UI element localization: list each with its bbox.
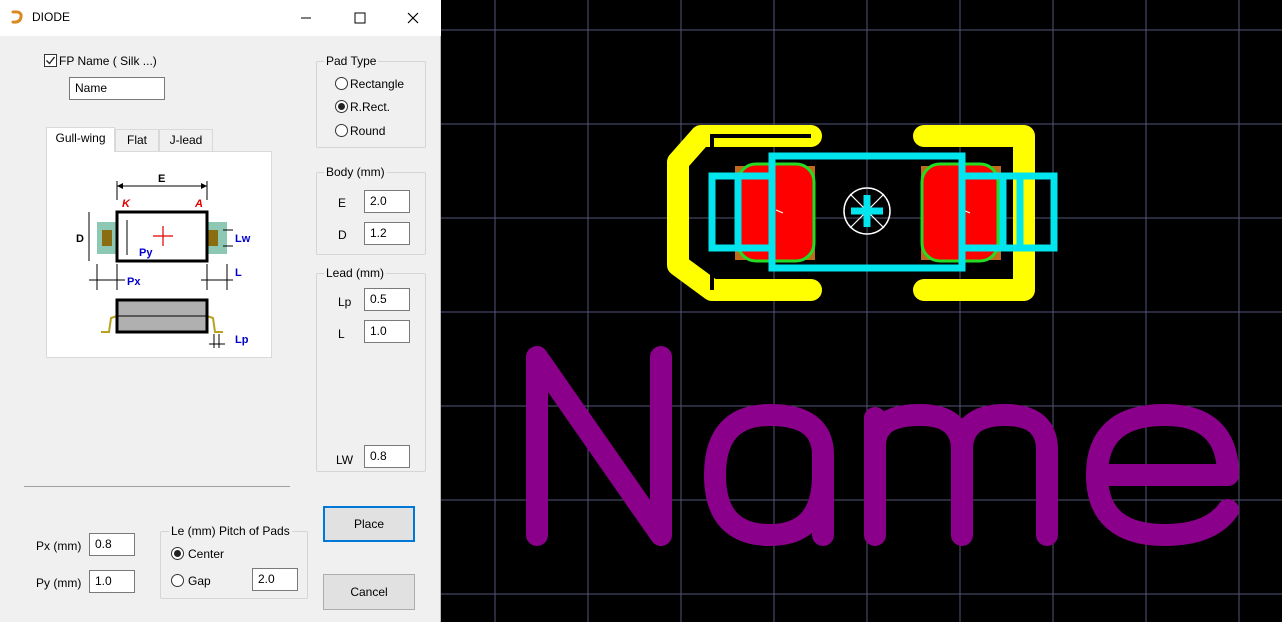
pitch-value-input[interactable]: 2.0 <box>252 568 298 591</box>
pad-type-round-label: Round <box>350 124 386 138</box>
fp-name-checkbox[interactable] <box>44 54 57 67</box>
pad-type-rrect-radio[interactable] <box>335 100 348 113</box>
diode-dialog: DIODE FP Name ( Silk ...) Name Gull-wing… <box>0 0 441 622</box>
separator-line <box>24 486 290 487</box>
fp-name-input[interactable]: Name <box>69 77 165 100</box>
pitch-center-label: Center <box>188 547 225 561</box>
diagram-a-label: A <box>194 198 203 210</box>
minimize-icon <box>301 17 311 19</box>
lead-lw-label: LW <box>336 453 354 467</box>
title-bar[interactable]: DIODE <box>0 0 441 36</box>
body-group-title: Body (mm) <box>324 165 387 179</box>
diagram-l-label: L <box>235 267 242 279</box>
maximize-button[interactable] <box>337 0 383 36</box>
minimize-button[interactable] <box>283 0 329 36</box>
pitch-center-radio[interactable] <box>171 547 184 560</box>
cancel-button[interactable]: Cancel <box>323 574 415 610</box>
px-input[interactable]: 0.8 <box>89 533 135 556</box>
diagram-py-label: Py <box>139 247 153 259</box>
lead-lp-label: Lp <box>338 295 352 309</box>
diagram-k-label: K <box>122 198 131 210</box>
py-input[interactable]: 1.0 <box>89 570 135 593</box>
lead-l-label: L <box>338 327 345 341</box>
diagram-d-label: D <box>76 233 84 245</box>
checkmark-icon <box>46 56 56 65</box>
pitch-gap-label: Gap <box>188 574 211 588</box>
lead-lp-input[interactable]: 0.5 <box>364 288 410 311</box>
tab-flat[interactable]: Flat <box>115 129 159 151</box>
close-button[interactable] <box>390 0 436 36</box>
lead-l-input[interactable]: 1.0 <box>364 320 410 343</box>
close-icon <box>407 12 419 24</box>
body-d-input[interactable]: 1.2 <box>364 222 410 245</box>
app-logo-icon <box>11 10 23 24</box>
body-e-label: E <box>338 196 347 210</box>
pitch-gap-radio[interactable] <box>171 574 184 587</box>
body-e-input[interactable]: 2.0 <box>364 190 410 213</box>
diagram-lw-label: Lw <box>235 233 251 245</box>
pitch-group-title: Le (mm) Pitch of Pads <box>169 524 292 538</box>
tab-gull-wing[interactable]: Gull-wing <box>46 127 115 152</box>
pad-type-rectangle-label: Rectangle <box>350 77 405 91</box>
lead-lw-input[interactable]: 0.8 <box>364 445 410 468</box>
lead-group-title: Lead (mm) <box>324 266 387 280</box>
body-d-label: D <box>338 228 347 242</box>
pad-type-rrect-label: R.Rect. <box>350 100 391 114</box>
diagram-e-label: E <box>158 173 165 185</box>
tab-j-lead[interactable]: J-lead <box>159 129 213 151</box>
pad-type-round-radio[interactable] <box>335 124 348 137</box>
place-button[interactable]: Place <box>323 506 415 542</box>
gull-wing-diagram: E K A D Py Lw Px L Lp <box>76 173 251 348</box>
fp-name-label: FP Name ( Silk ...) <box>59 54 157 68</box>
pad-type-title: Pad Type <box>324 54 379 68</box>
py-label: Py (mm) <box>36 576 82 590</box>
tab-panel-gull-wing: E K A D Py Lw Px L Lp <box>46 151 272 358</box>
maximize-icon <box>354 12 366 24</box>
diagram-lp-label: Lp <box>235 334 249 346</box>
window-title: DIODE <box>32 10 71 24</box>
pad-type-rectangle-radio[interactable] <box>335 77 348 90</box>
diagram-px-label: Px <box>127 276 141 288</box>
px-label: Px (mm) <box>36 539 82 553</box>
